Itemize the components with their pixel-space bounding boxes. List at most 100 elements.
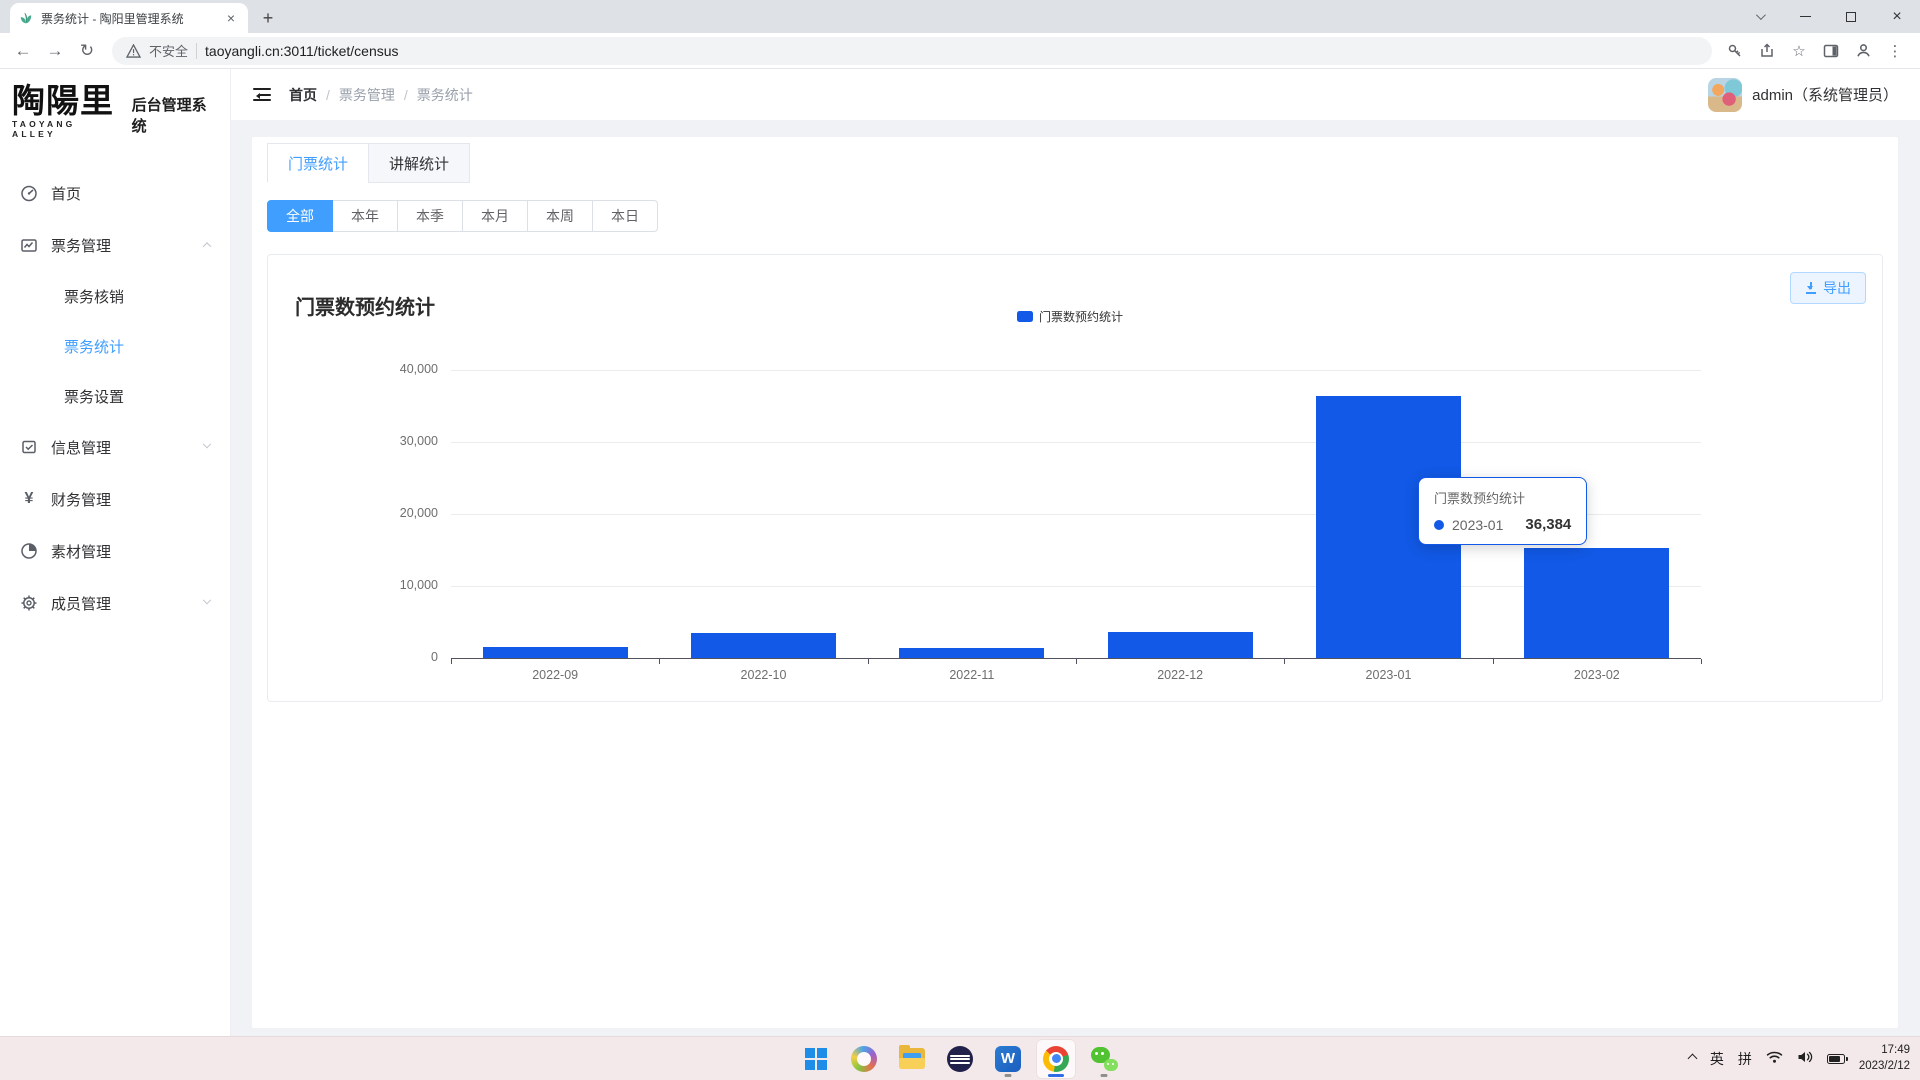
- ime-lang-en[interactable]: 英: [1710, 1049, 1724, 1069]
- chevron-down-icon: [203, 440, 211, 448]
- sidebar-item-ticket-management[interactable]: 票务管理: [0, 219, 230, 271]
- gear-icon: [20, 594, 38, 612]
- user-menu[interactable]: admin（系统管理员）: [1708, 78, 1898, 112]
- side-panel-icon[interactable]: [1820, 40, 1842, 62]
- browser-menu-dots-icon[interactable]: ⋮: [1884, 40, 1906, 62]
- y-axis-tick-label: 20,000: [348, 506, 438, 520]
- content-area: 首页 / 票务管理 / 票务统计 admin（系统管理员） 门票统计: [231, 69, 1920, 1036]
- x-axis-tick: [868, 659, 869, 664]
- breadcrumb-ticket-management[interactable]: 票务管理: [339, 85, 395, 105]
- x-axis-tick: [1701, 659, 1702, 664]
- sidebar-item-label: 首页: [51, 183, 81, 204]
- browser-toolbar: ← → ↻ 不安全 taoyangli.cn:3011/ticket/censu…: [0, 33, 1920, 69]
- bar-2022-11[interactable]: [899, 648, 1044, 658]
- sidebar-item-home[interactable]: 首页: [0, 167, 230, 219]
- filter-this-month[interactable]: 本月: [462, 200, 528, 232]
- window-minimize-button[interactable]: [1782, 0, 1828, 33]
- y-axis-tick-label: 10,000: [348, 578, 438, 592]
- window-chevron-icon[interactable]: [1736, 0, 1782, 33]
- new-tab-button[interactable]: +: [254, 4, 282, 32]
- taskbar-eclipse-icon[interactable]: [940, 1039, 980, 1079]
- sidebar-item-ticket-statistics[interactable]: 票务统计: [0, 321, 230, 371]
- not-secure-warning-icon: [126, 44, 141, 58]
- sidebar-menu: 首页 票务管理 票务核销 票务统计 票务设置: [0, 153, 230, 629]
- x-axis-tick: [659, 659, 660, 664]
- browser-tab-title: 票务统计 - 陶阳里管理系统: [41, 10, 215, 27]
- bar-2023-02[interactable]: [1524, 548, 1669, 658]
- x-axis-tick: [451, 659, 452, 664]
- filter-this-week[interactable]: 本周: [527, 200, 593, 232]
- profile-icon[interactable]: [1852, 40, 1874, 62]
- sidebar-item-label: 信息管理: [51, 437, 111, 458]
- check-square-icon: [20, 438, 38, 456]
- taskbar-windows-icon[interactable]: [796, 1039, 836, 1079]
- wifi-icon[interactable]: [1766, 1050, 1783, 1067]
- filter-all[interactable]: 全部: [267, 200, 333, 232]
- tab-ticket-statistics[interactable]: 门票统计: [267, 143, 369, 183]
- window-maximize-button[interactable]: [1828, 0, 1874, 33]
- tab-label: 讲解统计: [389, 153, 449, 174]
- back-icon[interactable]: ←: [10, 38, 36, 64]
- x-axis-tick: [1076, 659, 1077, 664]
- tab-guide-statistics[interactable]: 讲解统计: [368, 143, 470, 183]
- sidebar-item-label: 票务统计: [64, 336, 124, 357]
- breadcrumb-ticket-statistics: 票务统计: [417, 85, 473, 105]
- forward-icon[interactable]: →: [42, 38, 68, 64]
- password-key-icon[interactable]: [1724, 40, 1746, 62]
- gridline: [451, 586, 1701, 587]
- taskbar-clock[interactable]: 17:49 2023/2/12: [1859, 1043, 1910, 1074]
- screen: 票务统计 - 陶阳里管理系统 × + × ← → ↻ 不安全 taoyangli…: [0, 0, 1920, 1080]
- ime-lang-pinyin[interactable]: 拼: [1738, 1049, 1752, 1069]
- bar-2022-09[interactable]: [483, 647, 628, 658]
- browser-tab[interactable]: 票务统计 - 陶阳里管理系统 ×: [10, 3, 248, 33]
- main-card: 门票统计 讲解统计 全部 本年 本季 本月 本周 本日: [252, 137, 1898, 1028]
- sidebar-item-member-management[interactable]: 成员管理: [0, 577, 230, 629]
- taskbar-navicat-icon[interactable]: [844, 1039, 884, 1079]
- share-icon[interactable]: [1756, 40, 1778, 62]
- tab-close-icon[interactable]: ×: [223, 10, 239, 26]
- volume-icon[interactable]: [1797, 1050, 1813, 1067]
- sidebar-item-asset-management[interactable]: 素材管理: [0, 525, 230, 577]
- window-close-button[interactable]: ×: [1874, 0, 1920, 33]
- page-header: 首页 / 票务管理 / 票务统计 admin（系统管理员）: [231, 69, 1920, 120]
- tooltip-title: 门票数预约统计: [1434, 488, 1571, 507]
- taskbar-file-explorer-icon[interactable]: [892, 1039, 932, 1079]
- address-bar[interactable]: 不安全 taoyangli.cn:3011/ticket/census: [112, 37, 1712, 65]
- sidebar-item-info-management[interactable]: 信息管理: [0, 421, 230, 473]
- tooltip-category: 2023-01: [1452, 517, 1503, 533]
- logo: 陶陽里 TAOYANG ALLEY 后台管理系统: [0, 69, 230, 153]
- taskbar-chrome-icon[interactable]: [1036, 1039, 1076, 1079]
- breadcrumb: 首页 / 票务管理 / 票务统计: [289, 85, 473, 105]
- y-axis-tick-label: 0: [348, 650, 438, 664]
- chart-card: 导出 门票数预约统计 门票数预约统计 40,00030,00020,00010,…: [267, 254, 1883, 702]
- bar-2022-10[interactable]: [691, 633, 836, 658]
- sidebar-fold-icon[interactable]: [253, 88, 271, 101]
- breadcrumb-home[interactable]: 首页: [289, 85, 317, 105]
- url-text: taoyangli.cn:3011/ticket/census: [205, 43, 399, 59]
- taskbar-word-icon[interactable]: W: [988, 1039, 1028, 1079]
- x-axis-tick: [1284, 659, 1285, 664]
- reload-icon[interactable]: ↻: [74, 38, 100, 64]
- tooltip-value: 36,384: [1511, 516, 1571, 533]
- taskbar-date: 2023/2/12: [1859, 1059, 1910, 1075]
- logo-calligraphy: 陶陽里: [12, 85, 123, 116]
- tray-show-hidden-icon[interactable]: [1687, 1054, 1697, 1064]
- yen-icon: ¥: [20, 490, 38, 508]
- tab-label: 门票统计: [288, 153, 348, 174]
- x-axis-label: 2022-10: [659, 668, 867, 682]
- sidebar-item-label: 财务管理: [51, 489, 111, 510]
- filter-today[interactable]: 本日: [592, 200, 658, 232]
- y-axis-tick-label: 30,000: [348, 434, 438, 448]
- app-frame: 陶陽里 TAOYANG ALLEY 后台管理系统 首页 票务管理: [0, 69, 1920, 1036]
- bar-2022-12[interactable]: [1108, 632, 1253, 658]
- taskbar-wechat-icon[interactable]: [1084, 1039, 1124, 1079]
- x-axis-label: 2023-02: [1493, 668, 1701, 682]
- sidebar-item-ticket-verification[interactable]: 票务核销: [0, 271, 230, 321]
- filter-this-year[interactable]: 本年: [332, 200, 398, 232]
- battery-icon[interactable]: [1827, 1054, 1845, 1064]
- filter-this-quarter[interactable]: 本季: [397, 200, 463, 232]
- ticket-icon: [20, 236, 38, 254]
- sidebar-item-finance-management[interactable]: ¥ 财务管理: [0, 473, 230, 525]
- sidebar-item-ticket-settings[interactable]: 票务设置: [0, 371, 230, 421]
- bookmark-star-icon[interactable]: ☆: [1788, 40, 1810, 62]
